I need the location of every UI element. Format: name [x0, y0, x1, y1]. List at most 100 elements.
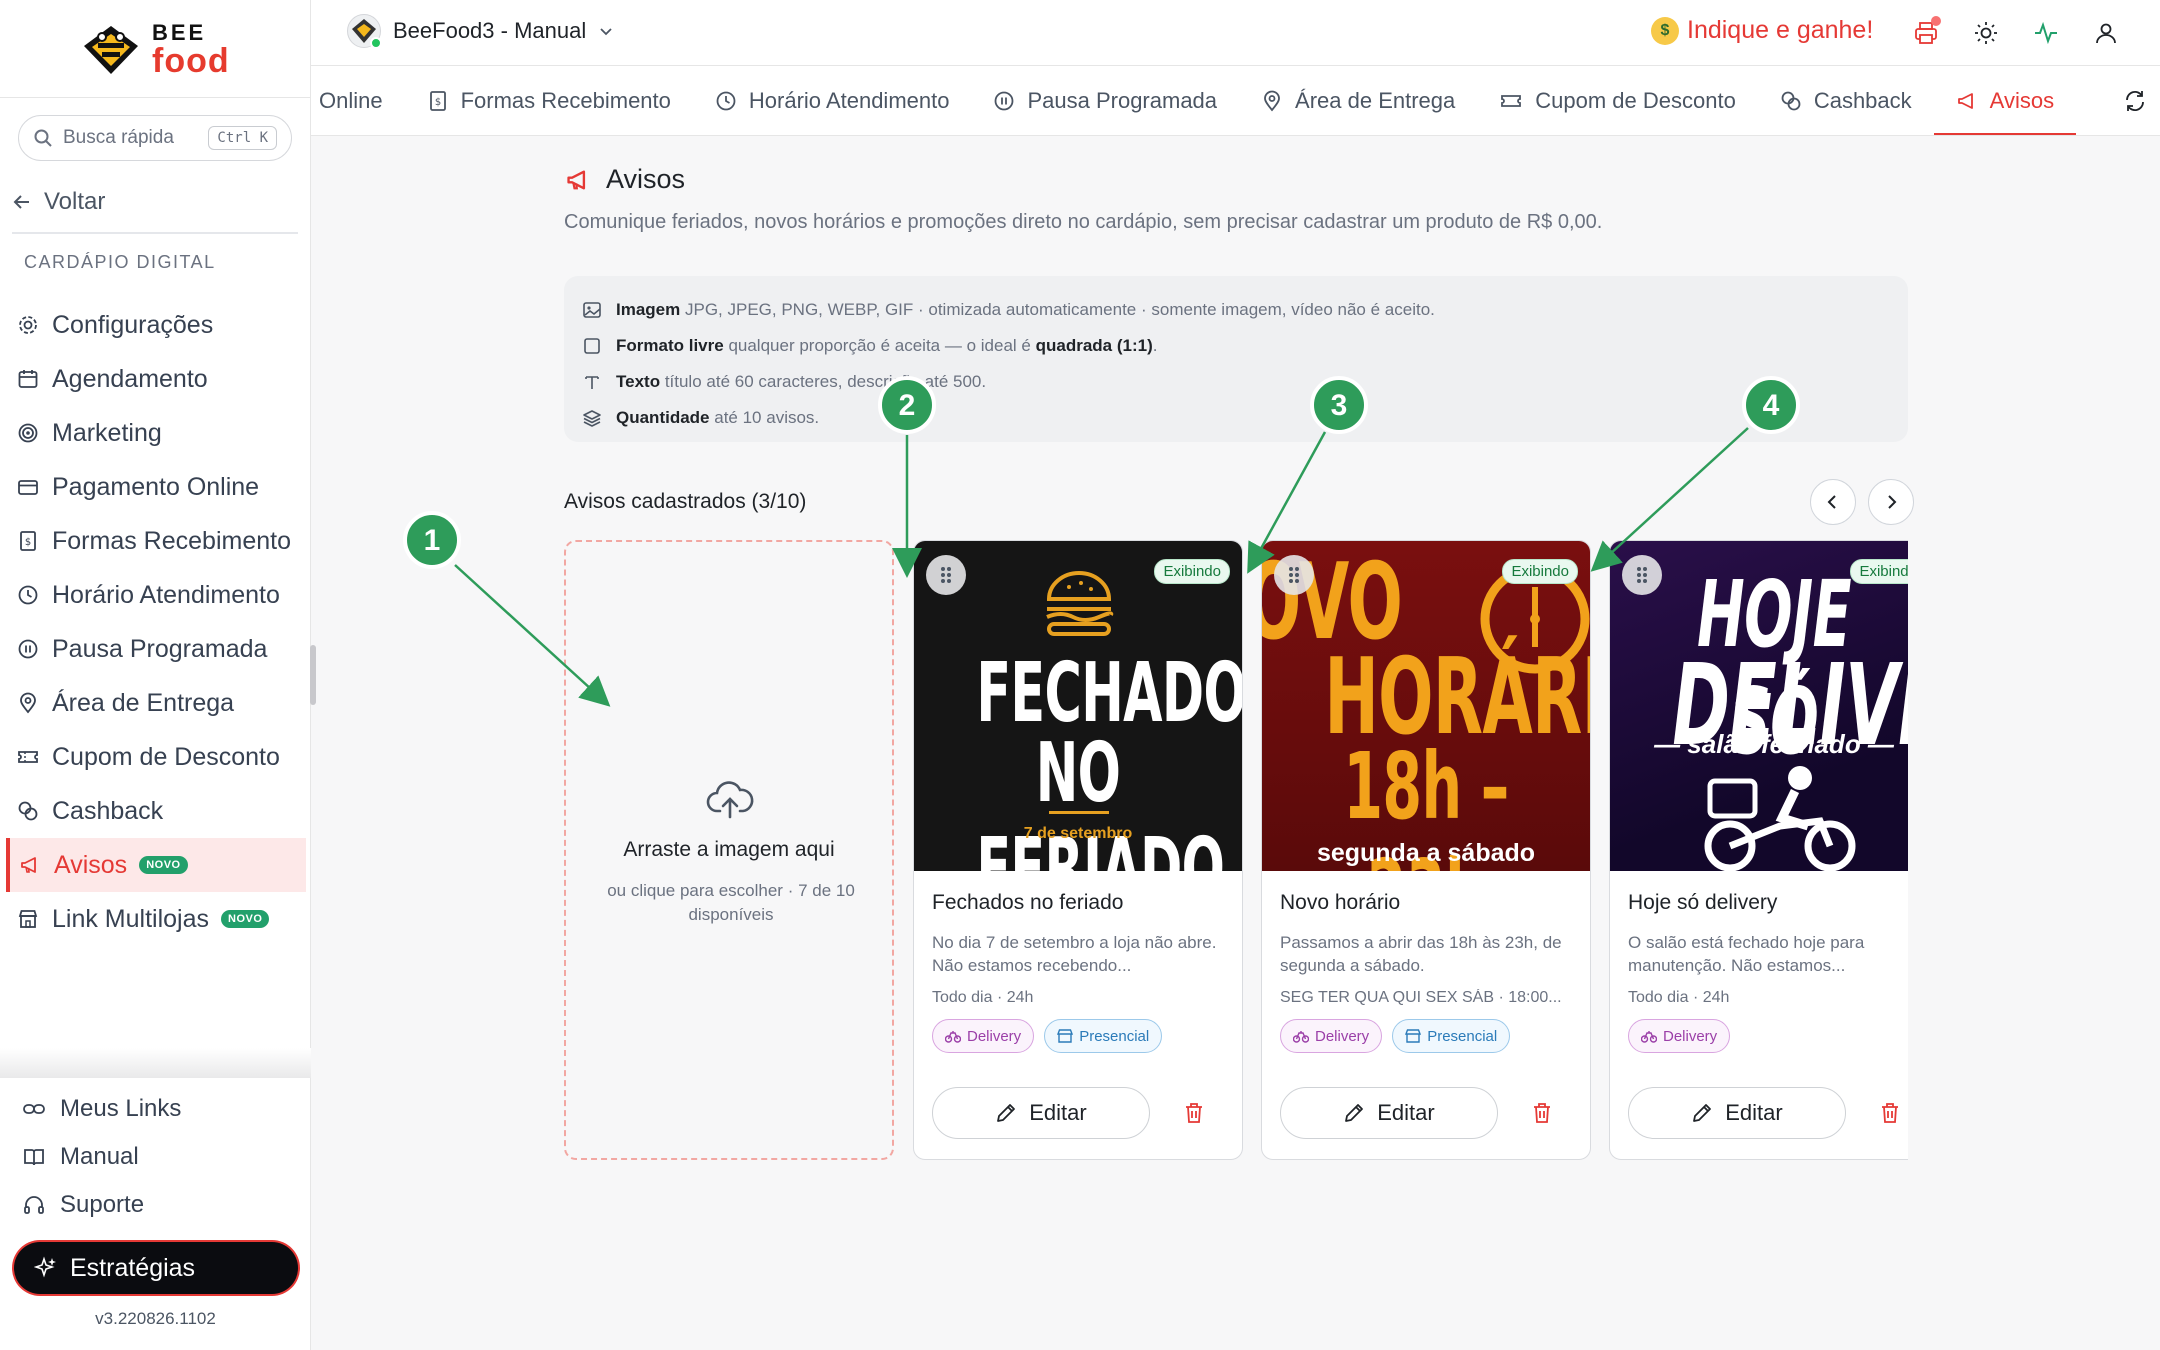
printer-button[interactable]: [1911, 16, 1941, 48]
sidebar-bottom-links: Meus Links Manual Suporte: [22, 1085, 181, 1229]
sidebar-item-pagamento-online[interactable]: Pagamento Online: [6, 460, 306, 514]
notice-card: NOVO HORÁRIO 18h – 23h segunda a sábado …: [1261, 540, 1591, 1160]
in-store-chip: Presencial: [1044, 1019, 1163, 1053]
theme-toggle-button[interactable]: [1971, 18, 2001, 48]
info-line-format: Formato livre qualquer proporção é aceit…: [582, 328, 1890, 364]
tab-avisos[interactable]: Avisos: [1933, 66, 2077, 135]
bike-icon: [1641, 1031, 1657, 1043]
book-icon: [24, 1149, 44, 1166]
tab-pausa-programada[interactable]: Pausa Programada: [971, 66, 1239, 135]
sidebar-item-formas-recebimento[interactable]: $ Formas Recebimento: [6, 514, 306, 568]
chip-label: Delivery: [1315, 1027, 1370, 1045]
refresh-button[interactable]: [2120, 86, 2150, 116]
sidebar-item-pausa-programada[interactable]: Pausa Programada: [6, 622, 306, 676]
delete-button[interactable]: [1876, 1099, 1904, 1127]
sidebar-item-configuracoes[interactable]: Configurações: [6, 298, 306, 352]
support-link[interactable]: Suporte: [22, 1181, 181, 1229]
user-icon: [2096, 23, 2116, 44]
carousel-next-button[interactable]: [1868, 479, 1914, 525]
grip-icon: [1289, 567, 1299, 583]
notice-description: Passamos a abrir das 18h às 23h, de segu…: [1280, 933, 1562, 975]
edit-button[interactable]: Editar: [1628, 1087, 1846, 1139]
bottom-link-label: Manual: [60, 1143, 139, 1170]
user-account-button[interactable]: [2091, 18, 2121, 48]
quick-search-input[interactable]: Busca rápida Ctrl K: [18, 115, 292, 161]
tab-cashback[interactable]: Cashback: [1758, 66, 1934, 135]
grip-icon: [1637, 567, 1647, 583]
tab-label: Área de Entrega: [1295, 88, 1456, 113]
manual-link[interactable]: Manual: [22, 1133, 181, 1181]
carousel-prev-button[interactable]: [1810, 479, 1856, 525]
store-icon: [1405, 1029, 1422, 1043]
info-strong: quadrada (1:1): [1035, 336, 1153, 355]
notice-schedule: Todo dia · 24h: [1628, 989, 1730, 1006]
annotation-number: 1: [424, 524, 441, 557]
drag-handle[interactable]: [1274, 555, 1314, 595]
sidebar-item-agendamento[interactable]: Agendamento: [6, 352, 306, 406]
notification-dot: [1931, 16, 1941, 26]
carousel-controls: [1810, 479, 1914, 525]
upload-subtitle: ou clique para escolher · 7 de 10 dispon…: [607, 881, 855, 924]
info-text: JPG, JPEG, PNG, WEBP, GIF · otimizada au…: [684, 300, 1435, 319]
drag-handle[interactable]: [1622, 555, 1662, 595]
info-text: qualquer proporção é aceita — o ideal é: [728, 336, 1031, 355]
back-button[interactable]: Voltar: [12, 188, 105, 216]
tab-area-entrega[interactable]: Área de Entrega: [1239, 66, 1477, 135]
info-line-image: Imagem JPG, JPEG, PNG, WEBP, GIF · otimi…: [582, 292, 1890, 328]
bee-logo-icon: [84, 26, 138, 74]
tab-pagamento-online[interactable]: Online: [311, 66, 405, 135]
delete-button[interactable]: [1180, 1099, 1208, 1127]
refresh-icon: [2126, 90, 2144, 112]
money-face-icon: $: [1651, 16, 1679, 45]
chip-label: Presencial: [1079, 1027, 1150, 1045]
sidebar-item-cashback[interactable]: Cashback: [6, 784, 306, 838]
drag-handle[interactable]: [926, 555, 966, 595]
headset-icon: [24, 1196, 44, 1214]
pencil-icon: [1693, 1104, 1712, 1122]
notice-card-body: Hoje só delivery O salão está fechado ho…: [1628, 891, 1908, 1053]
calendar-icon: [16, 367, 40, 391]
sparkles-icon: [34, 1256, 56, 1278]
notice-schedule: SEG TER QUA QUI SEX SÁB · 18:00...: [1280, 989, 1562, 1006]
sidebar-item-marketing[interactable]: Marketing: [6, 406, 306, 460]
beefood-logo[interactable]: BEE food: [80, 20, 240, 80]
activity-button[interactable]: [2031, 18, 2061, 48]
annotation-marker-1: 1: [403, 511, 461, 569]
notice-image[interactable]: NOVO HORÁRIO 18h – 23h segunda a sábado …: [1262, 541, 1590, 871]
sun-icon: [1975, 22, 1997, 44]
info-label: Formato livre: [616, 336, 724, 355]
image-upload-dropzone[interactable]: Arraste a imagem aqui ou clique para esc…: [564, 540, 894, 1160]
info-line-quantity: Quantidade até 10 avisos.: [582, 400, 1890, 436]
my-links-link[interactable]: Meus Links: [22, 1085, 181, 1133]
edit-button[interactable]: Editar: [1280, 1087, 1498, 1139]
sidebar-item-avisos[interactable]: Avisos NOVO: [6, 838, 306, 892]
notice-card: FECHADOS NO FERIADO 7 de setembro Exibin…: [913, 540, 1243, 1160]
tab-formas-recebimento[interactable]: $ Formas Recebimento: [405, 66, 693, 135]
receipt-icon: $: [16, 529, 40, 553]
sidebar-item-label: Link Multilojas: [52, 904, 210, 933]
sidebar-item-area-entrega[interactable]: Área de Entrega: [6, 676, 306, 730]
sidebar-resize-handle[interactable]: [310, 645, 316, 705]
edit-button[interactable]: Editar: [932, 1087, 1150, 1139]
sidebar-item-cupom-desconto[interactable]: Cupom de Desconto: [6, 730, 306, 784]
bottom-link-label: Suporte: [60, 1191, 145, 1218]
tab-cupom-desconto[interactable]: Cupom de Desconto: [1477, 66, 1758, 135]
delete-button[interactable]: [1528, 1099, 1556, 1127]
store-selector[interactable]: BeeFood3 - Manual: [347, 14, 614, 49]
page-subtitle: Comunique feriados, novos horários e pro…: [564, 211, 1603, 233]
notice-image[interactable]: FECHADOS NO FERIADO 7 de setembro Exibin…: [914, 541, 1242, 871]
refer-and-earn-link[interactable]: $ Indique e ganhe!: [1651, 16, 1873, 45]
sidebar-item-link-multilojas[interactable]: Link Multilojas NOVO: [6, 892, 306, 946]
receipt-icon: $: [429, 91, 446, 111]
notice-image[interactable]: HOJE SÓ DELIVERY — salão fechado — Exibi…: [1610, 541, 1908, 871]
link-icon: [23, 1104, 45, 1114]
strategies-button[interactable]: Estratégias: [14, 1242, 298, 1294]
sidebar-item-horario-atendimento[interactable]: Horário Atendimento: [6, 568, 306, 622]
card-icon: [16, 475, 40, 499]
info-text: título até 60 caracteres, descrição até …: [664, 372, 987, 391]
sidebar-item-label: Pausa Programada: [52, 634, 268, 663]
strategies-label: Estratégias: [70, 1253, 196, 1282]
pencil-icon: [997, 1104, 1016, 1122]
tab-horario-atendimento[interactable]: Horário Atendimento: [693, 66, 972, 135]
edit-label: Editar: [1377, 1100, 1435, 1125]
